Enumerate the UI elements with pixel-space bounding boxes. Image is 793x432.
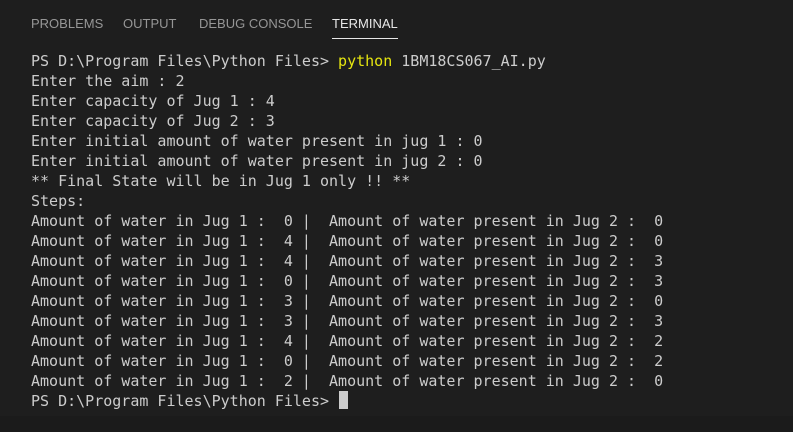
panel-tab-bar: PROBLEMS OUTPUT DEBUG CONSOLE TERMINAL — [0, 0, 793, 46]
step-line: Amount of water in Jug 1 : 4 | Amount of… — [31, 232, 664, 250]
step-line: Amount of water in Jug 1 : 2 | Amount of… — [31, 372, 664, 390]
tab-debug-console[interactable]: DEBUG CONSOLE — [199, 16, 312, 32]
terminal-panel: PROBLEMS OUTPUT DEBUG CONSOLE TERMINAL P… — [0, 0, 793, 432]
output-line: Enter initial amount of water present in… — [31, 152, 483, 170]
tab-terminal-label: TERMINAL — [332, 16, 398, 31]
tab-output-label: OUTPUT — [123, 16, 177, 31]
output-line: ** Final State will be in Jug 1 only !! … — [31, 172, 411, 190]
tab-debug-console-label: DEBUG CONSOLE — [199, 16, 313, 31]
final-prompt: PS D:\Program Files\Python Files> — [31, 392, 330, 410]
step-line: Amount of water in Jug 1 : 0 | Amount of… — [31, 272, 664, 290]
step-line: Amount of water in Jug 1 : 4 | Amount of… — [31, 252, 664, 270]
panel-bottom-edge — [0, 416, 793, 432]
output-line: Steps: — [31, 192, 86, 210]
output-line: Enter the aim : 2 — [31, 72, 185, 90]
command-keyword: python — [338, 52, 393, 70]
step-line: Amount of water in Jug 1 : 0 | Amount of… — [31, 212, 664, 230]
terminal-cursor — [339, 391, 349, 409]
prompt: PS D:\Program Files\Python Files> — [31, 52, 339, 70]
command-args: 1BM18CS067_AI.py — [392, 52, 546, 70]
tab-output[interactable]: OUTPUT — [123, 16, 176, 32]
active-tab-indicator — [332, 38, 398, 39]
terminal-output[interactable]: PS D:\Program Files\Python Files> python… — [0, 46, 793, 432]
tab-problems-label: PROBLEMS — [31, 16, 104, 31]
output-line: Enter capacity of Jug 1 : 4 — [31, 92, 275, 110]
step-line: Amount of water in Jug 1 : 0 | Amount of… — [31, 352, 664, 370]
command-line: PS D:\Program Files\Python Files> python… — [31, 51, 546, 71]
step-line: Amount of water in Jug 1 : 3 | Amount of… — [31, 292, 664, 310]
step-line: Amount of water in Jug 1 : 4 | Amount of… — [31, 332, 664, 350]
step-line: Amount of water in Jug 1 : 3 | Amount of… — [31, 312, 664, 330]
final-prompt-line[interactable]: PS D:\Program Files\Python Files> — [31, 391, 349, 411]
tab-terminal[interactable]: TERMINAL — [332, 16, 398, 39]
output-line: Enter initial amount of water present in… — [31, 132, 483, 150]
tab-problems[interactable]: PROBLEMS — [31, 16, 103, 32]
output-line: Enter capacity of Jug 2 : 3 — [31, 112, 275, 130]
